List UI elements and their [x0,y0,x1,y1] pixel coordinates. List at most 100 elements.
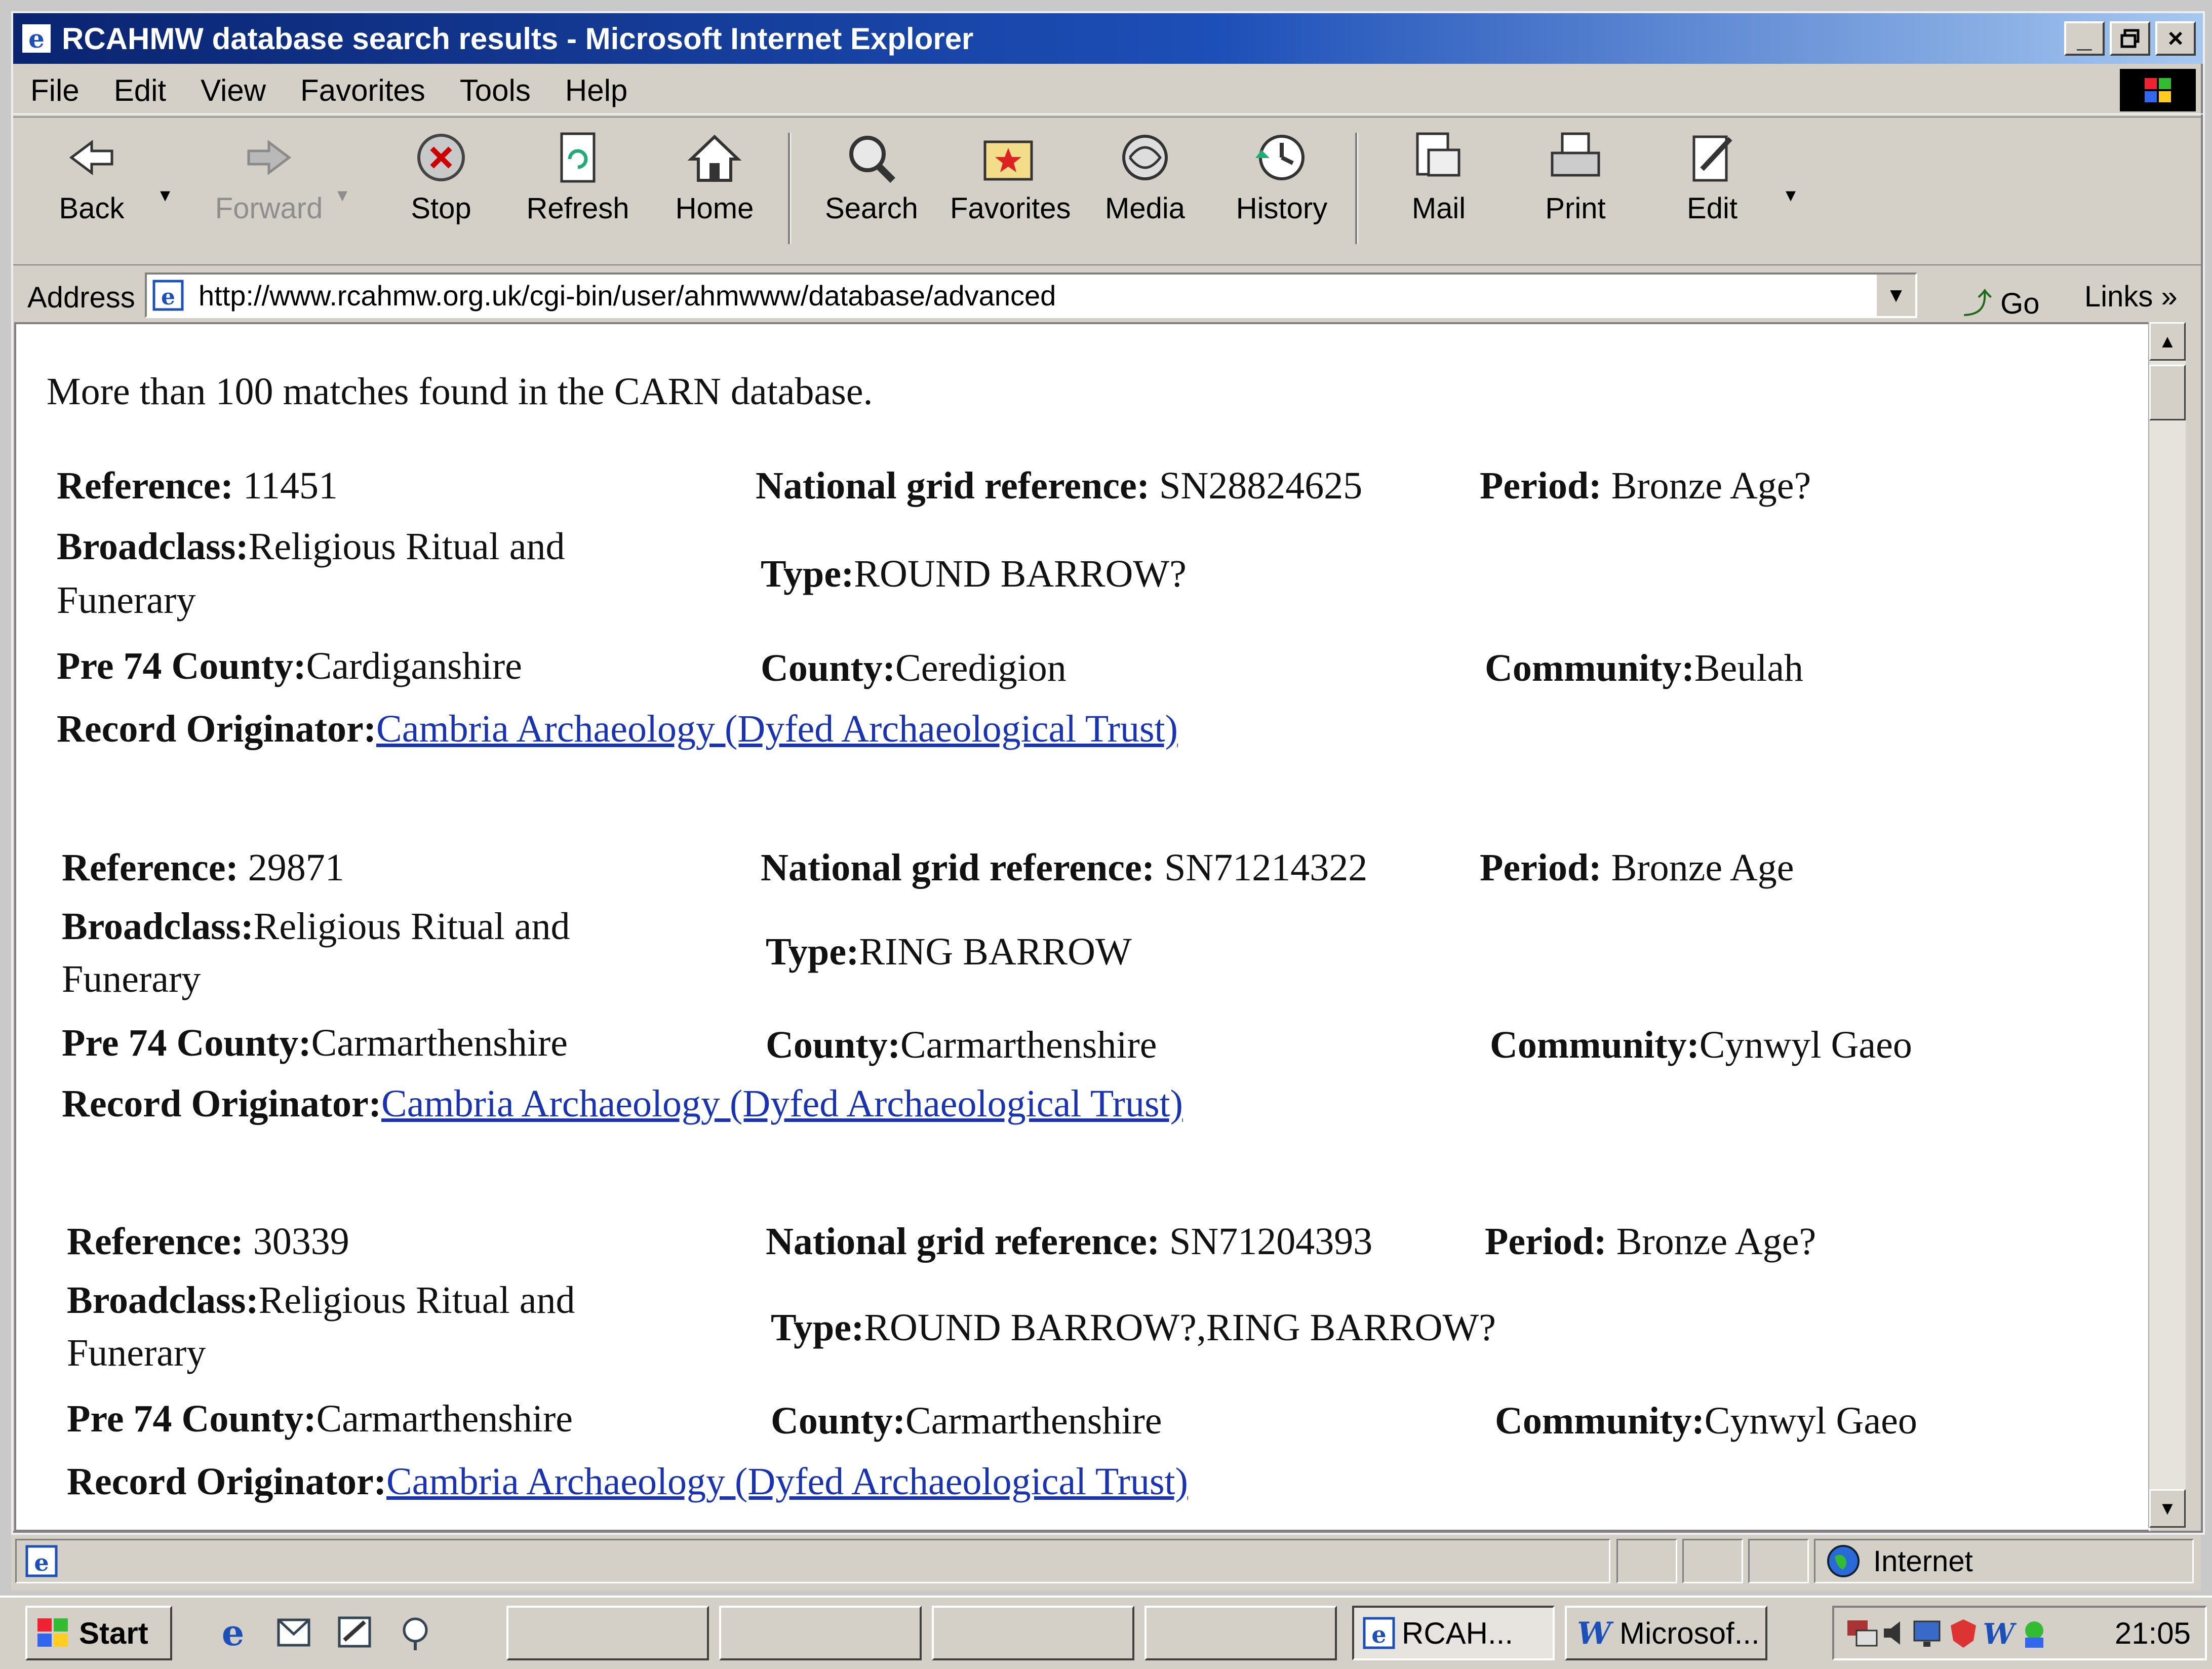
back-dropdown-icon[interactable]: ▾ [160,183,170,207]
pre74-county-value: Carmarthenshire [311,1022,568,1064]
channel-quicklaunch-icon[interactable] [395,1613,436,1653]
outlook-quicklaunch-icon[interactable] [273,1613,314,1653]
mail-icon [1416,132,1460,177]
record-originator-link[interactable]: Cambria Archaeology (Dyfed Archaeologica… [386,1460,1188,1503]
scroll-down-button[interactable]: ▼ [2149,1489,2186,1528]
menu-tools[interactable]: Tools [460,73,531,108]
address-dropdown-icon[interactable]: ▼ [1875,275,1915,316]
refresh-icon [560,132,596,183]
stop-icon [417,134,465,181]
menu-edit[interactable]: Edit [114,73,166,108]
broadclass-value: Religious Ritual and [248,525,565,568]
taskbar: Start e e RCAH... W Microsof... W 21:05 [0,1596,2212,1669]
county-value: Ceredigion [895,647,1066,689]
standard-toolbar: Back ▾ Forward ▾ Stop Refresh Home Searc… [13,117,2203,265]
svg-text:W: W [1577,1616,1614,1651]
refresh-button[interactable]: Refresh [520,130,636,225]
taskbar-ie-window[interactable]: e RCAH... [1352,1606,1555,1660]
start-button[interactable]: Start [25,1606,172,1660]
favorites-button[interactable]: Favorites [950,130,1071,225]
security-zone-pane: Internet [1814,1539,2194,1583]
tray-messenger-icon[interactable] [2017,1615,2052,1651]
community-value: Cynwyl Gaeo [1704,1400,1917,1442]
pre74-county-value: Carmarthenshire [316,1398,573,1440]
record-originator-link[interactable]: Cambria Archaeology (Dyfed Archaeologica… [381,1082,1183,1125]
vertical-scrollbar[interactable]: ▲ ▼ [2148,322,2186,1528]
address-field[interactable]: e http://www.rcahmw.org.uk/cgi-bin/user/… [145,273,1917,318]
broadclass-value-cont: Funerary [57,579,196,622]
menu-view[interactable]: View [201,73,266,108]
windows-logo-icon [2120,69,2196,111]
ie-logo-icon: e [22,24,51,54]
show-desktop-icon[interactable] [334,1613,375,1653]
stop-button[interactable]: Stop [383,130,499,225]
tray-word-icon[interactable]: W [1981,1615,2017,1651]
volume-icon[interactable] [1880,1615,1910,1651]
broadclass-value-cont: Funerary [67,1332,206,1374]
clock[interactable]: 21:05 [2115,1616,2191,1651]
taskbar-empty-slot[interactable] [719,1606,922,1660]
mail-button[interactable]: Mail [1380,130,1497,225]
history-button[interactable]: History [1223,130,1340,225]
links-button[interactable]: Links » [2084,280,2178,314]
broadclass-value: Religious Ritual and [253,905,570,948]
back-button[interactable]: Back [33,130,150,225]
menu-bar: File Edit View Favorites Tools Help [13,67,2203,114]
history-icon [1255,135,1305,180]
record-originator-link[interactable]: Cambria Archaeology (Dyfed Archaeologica… [376,708,1178,750]
status-pane [1748,1539,1809,1583]
reference-value: 29871 [248,846,344,889]
home-button[interactable]: Home [656,130,773,225]
type-value: ROUND BARROW? [854,553,1187,595]
address-url: http://www.rcahmw.org.uk/cgi-bin/user/ah… [199,279,1056,312]
go-button[interactable]: ⤴ Go [1963,280,2040,322]
tray-antivirus-icon[interactable] [1946,1615,1981,1651]
search-button[interactable]: Search [813,130,930,225]
print-icon [1551,132,1600,177]
menu-favorites[interactable]: Favorites [300,73,425,108]
edit-dropdown-icon[interactable]: ▾ [1786,183,1796,207]
title-bar[interactable]: e RCAHMW database search results - Micro… [13,13,2203,64]
type-value: RING BARROW [859,930,1132,973]
reference-value: 11451 [243,464,338,507]
taskbar-empty-slot[interactable] [506,1606,709,1660]
scroll-thumb[interactable] [2149,365,2186,420]
pre74-county-value: Cardiganshire [306,645,522,687]
taskbar-empty-slot[interactable] [1144,1606,1337,1660]
forward-button[interactable]: Forward [211,130,327,225]
menu-file[interactable]: File [30,73,80,108]
windows-flag-icon [37,1618,68,1647]
toolbar-separator [788,133,791,244]
edit-icon [1692,135,1732,182]
minimize-button[interactable]: _ [2064,21,2105,56]
print-button[interactable]: Print [1517,130,1634,225]
svg-text:e: e [1371,1621,1386,1648]
tray-display-icon[interactable] [1910,1615,1946,1651]
forward-arrow-icon [247,140,292,175]
restore-button[interactable] [2110,21,2150,56]
taskbar-word-window[interactable]: W Microsof... [1565,1606,1767,1660]
quick-launch: e [213,1613,436,1653]
close-button[interactable]: × [2155,21,2196,56]
svg-text:e: e [161,284,175,310]
forward-dropdown-icon[interactable]: ▾ [337,183,347,207]
address-label: Address [27,281,135,314]
reference-value: 30339 [253,1220,349,1263]
menu-help[interactable]: Help [565,73,627,108]
ngr-value: SN28824625 [1159,464,1363,507]
tray-network-icon[interactable] [1844,1615,1880,1651]
edit-button[interactable]: Edit [1654,130,1770,225]
svg-text:e: e [222,1613,245,1653]
svg-text:W: W [1983,1617,2017,1651]
scroll-up-button[interactable]: ▲ [2149,322,2186,361]
taskbar-empty-slot[interactable] [932,1606,1134,1660]
ie-quicklaunch-icon[interactable]: e [213,1613,253,1653]
period-value: Bronze Age [1611,846,1794,889]
media-button[interactable]: Media [1087,130,1203,225]
community-value: Cynwyl Gaeo [1699,1024,1912,1066]
ngr-value: SN71204393 [1169,1220,1373,1263]
svg-text:e: e [34,1549,49,1576]
ie-task-icon: e [1363,1617,1395,1649]
window-title: RCAHMW database search results - Microso… [62,21,974,56]
home-icon [687,134,742,182]
